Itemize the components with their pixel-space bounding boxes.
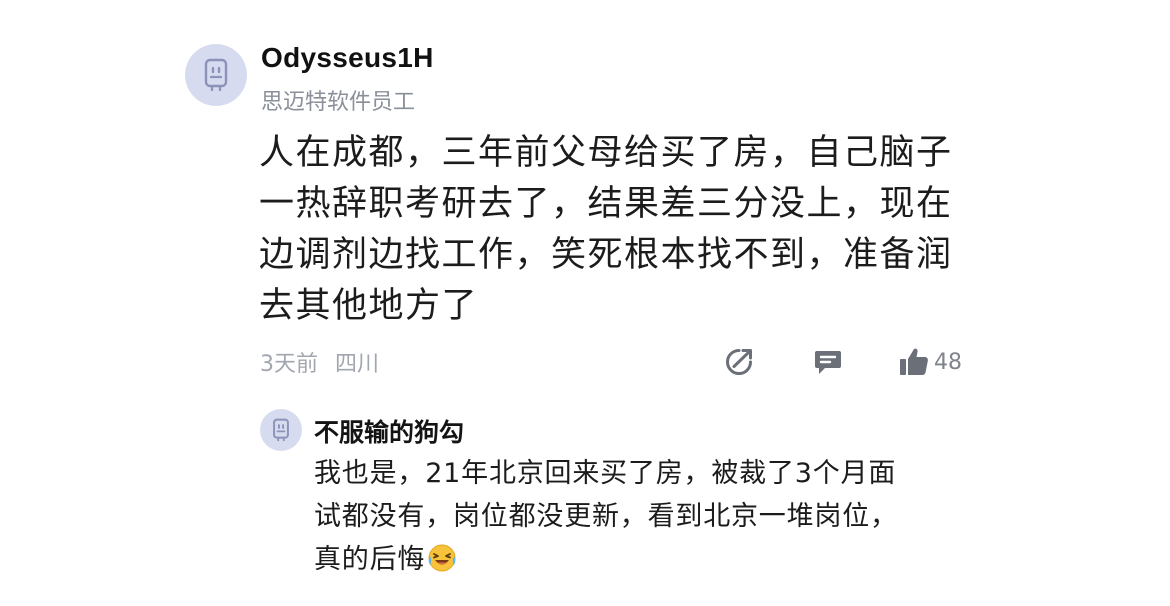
comment-icon [815, 351, 841, 374]
user-tag: 思迈特软件员工 [261, 90, 416, 115]
reply-username[interactable]: 不服输的狗勾 [314, 413, 464, 449]
comment-card: Odysseus1H 思迈特软件员工 人在成都，三年前父母给买了房，自己脑子 一… [0, 0, 1170, 606]
comment-content: 人在成都，三年前父母给买了房，自己脑子 一热辞职考研去了，结果差三分没上，现在 … [259, 128, 959, 332]
comment-line: 一热辞职考研去了，结果差三分没上，现在 [259, 184, 953, 224]
comment-line: 人在成都，三年前父母给买了房，自己脑子 [259, 133, 953, 173]
comment-line: 边调剂边找工作，笑死根本找不到，准备润 [259, 235, 953, 275]
reply-button[interactable] [813, 346, 843, 378]
reply-content: 我也是，21年北京回来买了房，被裁了3个月面 试都没有，岗位都没更新，看到北京一… [314, 452, 1014, 581]
comment-time: 3天前 [260, 352, 318, 377]
reply-line: 试都没有，岗位都没更新，看到北京一堆岗位， [314, 501, 898, 532]
robot-icon [204, 58, 228, 91]
reply-line: 真的后悔 [314, 538, 1014, 581]
like-button[interactable]: 48 [898, 346, 962, 378]
share-button[interactable] [723, 346, 755, 378]
user-avatar[interactable] [185, 44, 247, 106]
username[interactable]: Odysseus1H [261, 42, 434, 74]
laughing-crying-emoji [427, 543, 457, 586]
comment-line: 去其他地方了 [259, 286, 479, 326]
reply-user-avatar[interactable] [260, 409, 302, 451]
comment-location: 四川 [335, 352, 380, 377]
like-count: 48 [934, 349, 962, 375]
reply-line-text: 真的后悔 [314, 544, 426, 575]
robot-icon [273, 418, 289, 442]
share-icon [726, 349, 752, 375]
thumbs-up-icon [900, 348, 928, 375]
comment-meta: 3天前 四川 [260, 346, 379, 378]
reply-line: 我也是，21年北京回来买了房，被裁了3个月面 [314, 458, 897, 489]
